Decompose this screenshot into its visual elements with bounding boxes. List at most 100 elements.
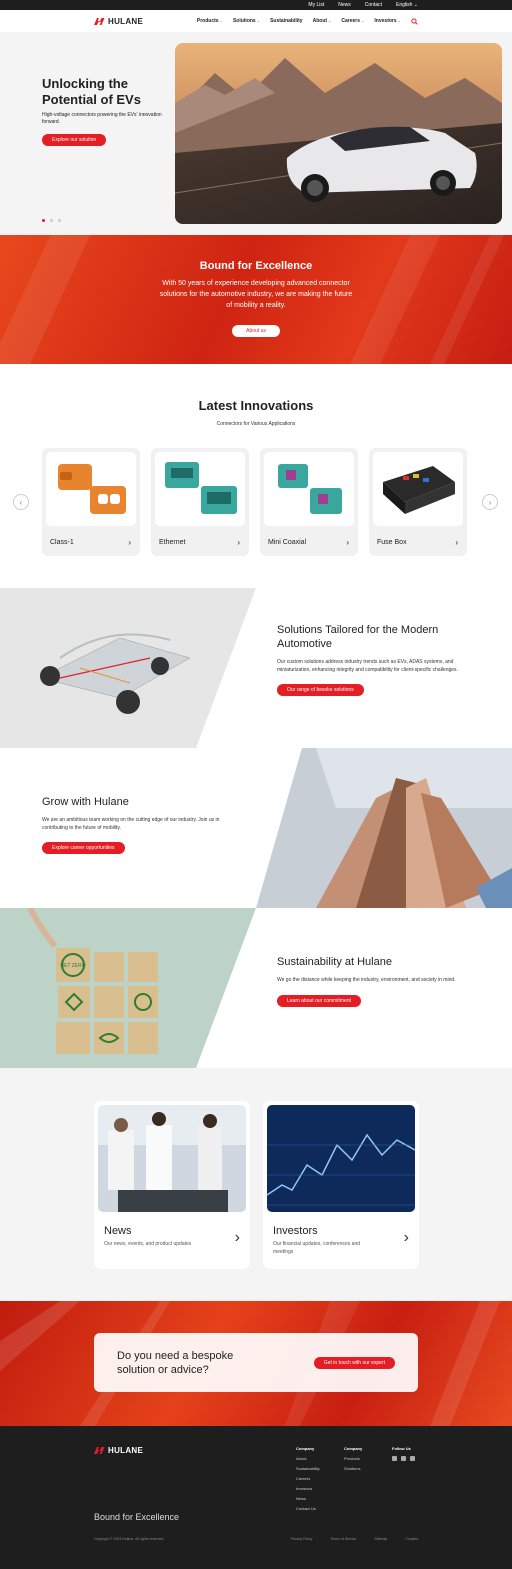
footer-column-title: Company [344,1446,363,1451]
card-footer: Ethernet › [155,526,245,547]
news-description: Our news, events, and product updates [104,1241,192,1247]
footer-link-news[interactable]: News [296,1496,320,1501]
hero-section: Unlocking the Potential of EVs High-volt… [0,32,512,235]
cta-title: Do you need a bespoke solution or advice… [117,1349,234,1376]
about-us-button[interactable]: About us [232,325,280,337]
utility-bar: My List News Contact English ⌄ [0,0,512,10]
legal-links: Privacy Policy Terms of Service Sitemap … [291,1537,418,1541]
product-card-fuse-box[interactable]: Fuse Box › [369,448,467,556]
news-title: News [104,1225,132,1237]
cta-box: Do you need a bespoke solution or advice… [94,1333,418,1392]
chevron-down-icon: ⌄ [328,18,332,23]
sustainability-section: NET ZERO Sustainability at Hulane We go … [0,908,512,1068]
chevron-down-icon: ⌄ [397,18,401,23]
sustainability-title: Sustainability at Hulane [277,956,392,968]
footer-link-solutions[interactable]: Solutions [344,1466,362,1471]
footer-link-sustainability[interactable]: Sustainability [296,1466,320,1471]
nav-item-about[interactable]: About⌄ [313,18,332,24]
besoke-solutions-button[interactable]: Our range of besoke solutions [277,684,364,696]
youtube-icon[interactable] [410,1456,415,1461]
privacy-policy-link[interactable]: Privacy Policy [291,1537,313,1541]
nav-item-solutions[interactable]: Solutions⌄ [233,18,260,24]
linkedin-icon[interactable] [392,1456,397,1461]
cookies-link[interactable]: Cookies [405,1537,418,1541]
nav-item-sustainability[interactable]: Sustainability [270,18,303,24]
brand-logo[interactable]: HULANE [94,17,143,26]
search-icon[interactable] [411,17,418,25]
nav-label: Solutions [232,18,256,24]
footer-link-products[interactable]: Products [344,1456,362,1461]
hero-title: Unlocking the Potential of EVs [42,76,141,107]
chevron-right-icon: › [403,1229,409,1246]
investors-description: Our financial updates, conferences and m… [273,1241,360,1255]
product-card-ethernet[interactable]: Ethernet › [151,448,249,556]
connector-image [155,452,245,526]
solutions-section: Solutions Tailored for the Modern Automo… [0,588,512,748]
careers-description: We are an ambitious team working on the … [42,817,220,831]
logo-mark-icon [94,17,105,25]
footer-link-about[interactable]: About [296,1456,320,1461]
link-my-list[interactable]: My List [308,2,324,8]
chevron-down-icon: ⌄ [361,18,365,23]
fuse-box-image [373,452,463,526]
nav-label: Sustainability [270,18,303,24]
main-nav: HULANE Products⌄ Solutions⌄ Sustainabili… [0,10,512,32]
product-card-class-1[interactable]: Class-1 › [42,448,140,556]
card-label: Fuse Box [377,539,407,546]
social-links [392,1456,415,1466]
nav-label: About [312,18,328,24]
link-news[interactable]: News [338,2,351,8]
brand-name: HULANE [108,16,144,26]
footer-column-title: Follow Us [392,1446,411,1451]
career-opportunities-button[interactable]: Explore career opportunities [42,842,125,854]
link-contact[interactable]: Contact [365,2,382,8]
carousel-next-button[interactable]: › [482,494,498,510]
solutions-title: Solutions Tailored for the Modern Automo… [277,624,439,650]
commitment-button[interactable]: Learn about our commitment [277,994,361,1007]
wechat-icon[interactable] [401,1456,406,1461]
contact-expert-button[interactable]: Get in touch with our expert [313,1356,395,1369]
excellence-title: Bound for Excellence [199,260,313,272]
news-tile[interactable]: News Our news, events, and product updat… [94,1101,250,1269]
footer-link-careers[interactable]: Careers [296,1476,320,1481]
chevron-right-icon: › [488,497,492,507]
slide-dot-1[interactable] [42,219,45,222]
sitemap-link[interactable]: Sitemap [375,1537,388,1541]
slide-dot-3[interactable] [58,219,61,222]
innovations-subtitle: Connectors for Various Applications [216,421,296,427]
chevron-down-icon: ⌄ [256,18,261,23]
investors-chart-image [267,1105,415,1212]
card-label: Ethernet [159,539,186,546]
explore-solution-button[interactable]: Explore our solution [42,134,107,146]
solutions-description: Our custom solutions address industry tr… [277,659,458,673]
language-label: English [396,2,413,8]
footer-link-investors[interactable]: Investors [296,1486,320,1491]
careers-text: Grow with Hulane We are an ambitious tea… [42,795,222,854]
product-card-mini-coaxial[interactable]: Mini Coaxial › [260,448,358,556]
primary-menu: Products⌄ Solutions⌄ Sustainability Abou… [197,17,418,25]
footer-bottom: Copyright © 2024 Hulane. All rights rese… [94,1537,418,1541]
footer-link-contact-us[interactable]: Contact Us [296,1506,320,1511]
footer-logo[interactable]: HULANE [94,1446,143,1455]
teamwork-hands-image [256,748,512,908]
language-selector[interactable]: English ⌄ [396,2,418,8]
excellence-text: With 50 years of experience developing a… [159,280,353,309]
nav-item-products[interactable]: Products⌄ [197,18,223,24]
investors-title: Investors [273,1225,318,1237]
connector-image [46,452,136,526]
net-zero-label: NET ZERO [60,963,85,969]
copyright: Copyright © 2024 Hulane. All rights rese… [94,1537,165,1541]
investors-tile[interactable]: Investors Our financial updates, confere… [263,1101,419,1269]
hero-subtitle: High-voltage connectors powering the EVs… [42,112,162,125]
nav-item-investors[interactable]: Investors⌄ [374,18,401,24]
connector-image [264,452,354,526]
nav-item-careers[interactable]: Careers⌄ [341,18,364,24]
terms-link[interactable]: Terms of Service [330,1537,356,1541]
chevron-down-icon: ⌄ [413,2,418,8]
hero-text: Unlocking the Potential of EVs High-volt… [42,76,162,146]
carousel-prev-button[interactable]: ‹ [13,494,29,510]
footer-tagline: Bound for Excellence [94,1512,180,1522]
slide-dot-2[interactable] [50,219,53,222]
news-image [98,1105,246,1212]
card-label: Mini Coaxial [268,539,307,546]
